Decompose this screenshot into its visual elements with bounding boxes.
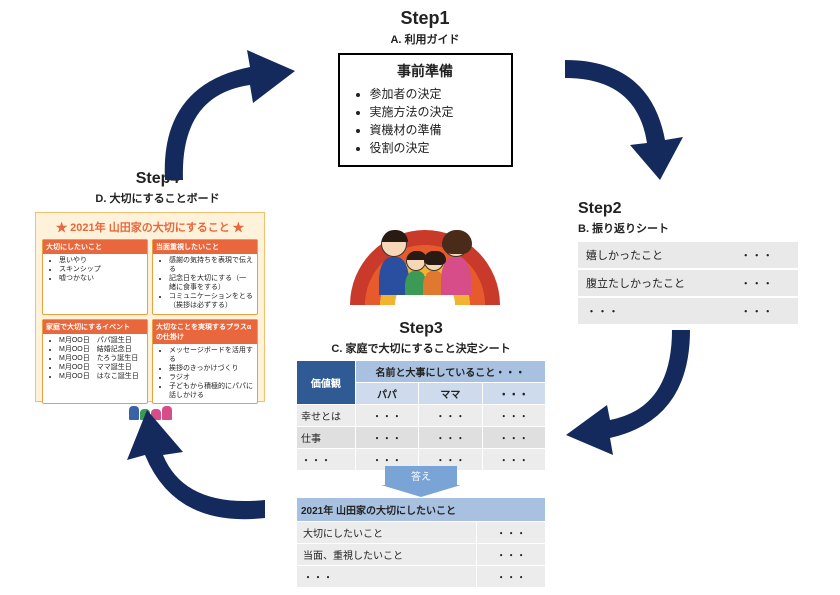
star-icon: ★ — [233, 222, 244, 234]
family-illustration — [350, 195, 500, 305]
step4-block: Step4 D. 大切にすることボード ★ 2021年 山田家の大切にすること … — [35, 170, 280, 402]
answer-label: 答え — [385, 466, 457, 485]
step3-matrix: 価値観 名前と大事にしていること・・・ パパ ママ ・・・ 幸せとは・・・・・・… — [296, 360, 546, 471]
table-row: 大切にしたいこと・・・ — [297, 522, 546, 544]
preparation-list: 参加者の決定 実施方法の決定 資機材の準備 役割の決定 — [348, 85, 503, 157]
step2-block: Step2 B. 振り返りシート 嬉しかったこと・・・ 腹立たしかったこと・・・… — [578, 200, 798, 326]
table-row: 腹立たしかったこと・・・ — [578, 270, 798, 296]
table-row: 当面、重視したいこと・・・ — [297, 544, 546, 566]
list-item: 参加者の決定 — [370, 85, 503, 103]
values-board: ★ 2021年 山田家の大切にすること ★ 大切にしたいこと 思いやりスキンシッ… — [35, 212, 265, 402]
list-item: 役割の決定 — [370, 139, 503, 157]
step1-title: Step1 — [310, 8, 540, 29]
step2-subtitle: B. 振り返りシート — [578, 220, 798, 236]
board-card: 大切なことを実現するプラスαの仕掛け メッセージボードを活用する挨拶のきっかけづ… — [152, 319, 258, 405]
step3-block: Step3 C. 家庭で大切にすること決定シート 価値観 名前と大事にしているこ… — [296, 320, 546, 588]
preparation-box: 事前準備 参加者の決定 実施方法の決定 資機材の準備 役割の決定 — [338, 53, 513, 167]
table-row: 嬉しかったこと・・・ — [578, 242, 798, 268]
table-row: 仕事・・・・・・・・・ — [297, 427, 546, 449]
arrow-step4-to-step1 — [135, 45, 305, 195]
arrow-step1-to-step2 — [555, 45, 705, 195]
step2-title: Step2 — [578, 200, 798, 218]
arrow-step3-to-step4 — [105, 400, 275, 550]
preparation-title: 事前準備 — [348, 61, 503, 81]
board-title: ★ 2021年 山田家の大切にすること ★ — [42, 219, 258, 235]
table-row: 幸せとは・・・・・・・・・ — [297, 405, 546, 427]
step1-subtitle: A. 利用ガイド — [310, 31, 540, 47]
step3-title: Step3 — [296, 320, 546, 338]
board-card: 家庭で大切にするイベント M月OO日 パパ誕生日M月OO日 結婚記念日M月OO日… — [42, 319, 148, 405]
answer-arrow-icon: 答え — [381, 485, 461, 497]
step3-subtitle: C. 家庭で大切にすること決定シート — [296, 340, 546, 356]
board-card: 当面重視したいこと 感謝の気持ちを表現で伝える記念日を大切にする（一緒に食事をす… — [152, 239, 258, 315]
step1-block: Step1 A. 利用ガイド 事前準備 参加者の決定 実施方法の決定 資機材の準… — [310, 8, 540, 167]
step3-summary: 2021年 山田家の大切にしたいこと 大切にしたいこと・・・ 当面、重視したいこ… — [296, 497, 546, 588]
list-item: 資機材の準備 — [370, 121, 503, 139]
person-mom-icon — [441, 231, 471, 295]
table-row: ・・・・・・ — [297, 566, 546, 588]
step2-table: 嬉しかったこと・・・ 腹立たしかったこと・・・ ・・・・・・ — [578, 240, 798, 326]
arrow-step2-to-step3 — [560, 320, 720, 470]
star-icon: ★ — [56, 222, 67, 234]
board-card: 大切にしたいこと 思いやりスキンシップ嘘つかない — [42, 239, 148, 315]
list-item: 実施方法の決定 — [370, 103, 503, 121]
